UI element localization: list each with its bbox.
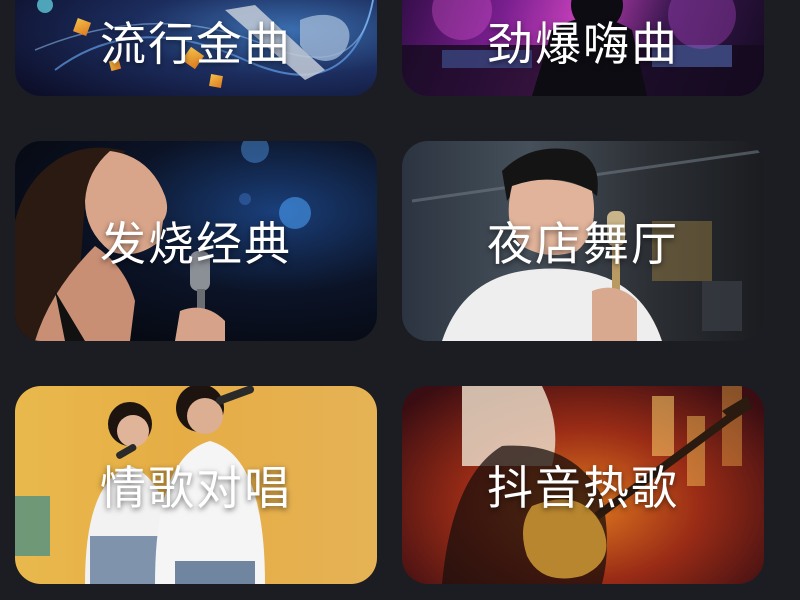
category-label: 流行金曲 bbox=[100, 17, 292, 71]
category-card-douyin-hot-songs[interactable]: 抖音热歌 bbox=[402, 386, 764, 584]
category-card-nightclub[interactable]: 夜店舞厅 bbox=[402, 141, 764, 341]
category-card-hype-hits[interactable]: 劲爆嗨曲 bbox=[402, 0, 764, 96]
category-label: 夜店舞厅 bbox=[487, 217, 679, 271]
category-card-pop-hits[interactable]: 流行金曲 bbox=[15, 0, 377, 96]
category-label: 抖音热歌 bbox=[487, 461, 679, 515]
category-grid: 流行金曲 劲爆嗨曲 发烧经典 夜店舞厅 情歌对唱 抖音热歌 bbox=[0, 0, 800, 600]
category-card-audiophile-classics[interactable]: 发烧经典 bbox=[15, 141, 377, 341]
category-label: 情歌对唱 bbox=[100, 461, 292, 515]
category-label: 劲爆嗨曲 bbox=[487, 17, 679, 71]
category-label: 发烧经典 bbox=[100, 217, 292, 271]
category-card-love-duets[interactable]: 情歌对唱 bbox=[15, 386, 377, 584]
